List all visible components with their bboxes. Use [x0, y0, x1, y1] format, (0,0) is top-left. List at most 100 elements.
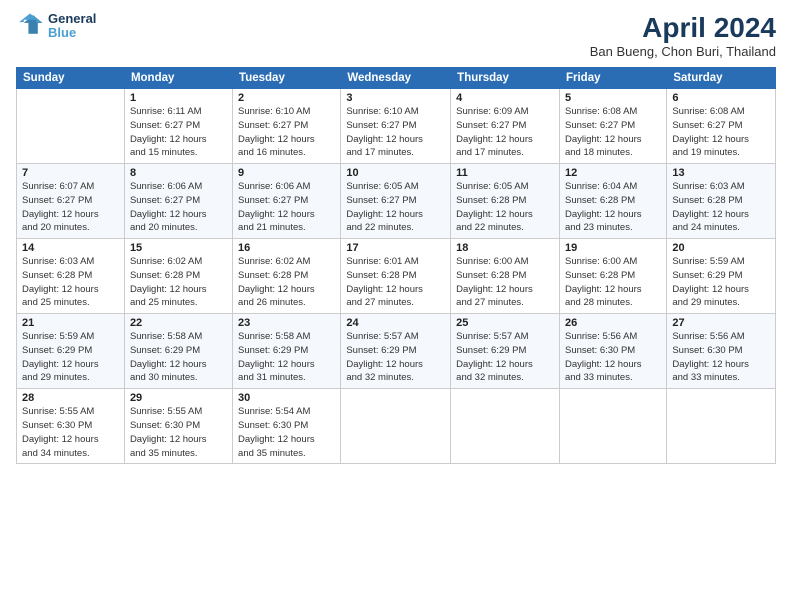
table-row: 10Sunrise: 6:05 AM Sunset: 6:27 PM Dayli…	[341, 164, 451, 239]
col-thursday: Thursday	[451, 68, 560, 89]
day-number: 30	[238, 392, 335, 404]
day-info: Sunrise: 6:07 AM Sunset: 6:27 PM Dayligh…	[22, 180, 119, 235]
day-number: 6	[672, 92, 770, 104]
logo-icon	[16, 12, 44, 40]
day-number: 18	[456, 242, 554, 254]
col-monday: Monday	[124, 68, 232, 89]
day-number: 21	[22, 317, 119, 329]
table-row: 17Sunrise: 6:01 AM Sunset: 6:28 PM Dayli…	[341, 239, 451, 314]
table-row: 18Sunrise: 6:00 AM Sunset: 6:28 PM Dayli…	[451, 239, 560, 314]
day-number: 2	[238, 92, 335, 104]
header: General Blue April 2024 Ban Bueng, Chon …	[16, 12, 776, 59]
calendar-week-row: 28Sunrise: 5:55 AM Sunset: 6:30 PM Dayli…	[17, 389, 776, 464]
day-info: Sunrise: 6:03 AM Sunset: 6:28 PM Dayligh…	[672, 180, 770, 235]
day-number: 25	[456, 317, 554, 329]
calendar-header-row: Sunday Monday Tuesday Wednesday Thursday…	[17, 68, 776, 89]
day-info: Sunrise: 6:02 AM Sunset: 6:28 PM Dayligh…	[238, 255, 335, 310]
table-row	[17, 89, 125, 164]
day-info: Sunrise: 5:59 AM Sunset: 6:29 PM Dayligh…	[22, 330, 119, 385]
day-info: Sunrise: 6:03 AM Sunset: 6:28 PM Dayligh…	[22, 255, 119, 310]
table-row: 20Sunrise: 5:59 AM Sunset: 6:29 PM Dayli…	[667, 239, 776, 314]
day-number: 27	[672, 317, 770, 329]
calendar-week-row: 14Sunrise: 6:03 AM Sunset: 6:28 PM Dayli…	[17, 239, 776, 314]
table-row: 6Sunrise: 6:08 AM Sunset: 6:27 PM Daylig…	[667, 89, 776, 164]
table-row	[451, 389, 560, 464]
day-number: 26	[565, 317, 661, 329]
day-info: Sunrise: 6:10 AM Sunset: 6:27 PM Dayligh…	[346, 105, 445, 160]
table-row: 25Sunrise: 5:57 AM Sunset: 6:29 PM Dayli…	[451, 314, 560, 389]
day-number: 3	[346, 92, 445, 104]
day-number: 7	[22, 167, 119, 179]
calendar-week-row: 21Sunrise: 5:59 AM Sunset: 6:29 PM Dayli…	[17, 314, 776, 389]
table-row: 2Sunrise: 6:10 AM Sunset: 6:27 PM Daylig…	[233, 89, 341, 164]
subtitle: Ban Bueng, Chon Buri, Thailand	[590, 44, 776, 59]
day-info: Sunrise: 5:56 AM Sunset: 6:30 PM Dayligh…	[565, 330, 661, 385]
table-row: 8Sunrise: 6:06 AM Sunset: 6:27 PM Daylig…	[124, 164, 232, 239]
day-number: 9	[238, 167, 335, 179]
day-number: 10	[346, 167, 445, 179]
col-saturday: Saturday	[667, 68, 776, 89]
day-number: 16	[238, 242, 335, 254]
table-row: 13Sunrise: 6:03 AM Sunset: 6:28 PM Dayli…	[667, 164, 776, 239]
day-number: 11	[456, 167, 554, 179]
col-sunday: Sunday	[17, 68, 125, 89]
day-info: Sunrise: 6:08 AM Sunset: 6:27 PM Dayligh…	[672, 105, 770, 160]
day-info: Sunrise: 5:55 AM Sunset: 6:30 PM Dayligh…	[22, 405, 119, 460]
day-number: 12	[565, 167, 661, 179]
table-row: 3Sunrise: 6:10 AM Sunset: 6:27 PM Daylig…	[341, 89, 451, 164]
table-row: 29Sunrise: 5:55 AM Sunset: 6:30 PM Dayli…	[124, 389, 232, 464]
day-number: 29	[130, 392, 227, 404]
day-number: 5	[565, 92, 661, 104]
calendar-week-row: 1Sunrise: 6:11 AM Sunset: 6:27 PM Daylig…	[17, 89, 776, 164]
table-row: 27Sunrise: 5:56 AM Sunset: 6:30 PM Dayli…	[667, 314, 776, 389]
day-info: Sunrise: 5:57 AM Sunset: 6:29 PM Dayligh…	[456, 330, 554, 385]
table-row: 15Sunrise: 6:02 AM Sunset: 6:28 PM Dayli…	[124, 239, 232, 314]
day-number: 20	[672, 242, 770, 254]
table-row: 5Sunrise: 6:08 AM Sunset: 6:27 PM Daylig…	[559, 89, 666, 164]
day-number: 19	[565, 242, 661, 254]
table-row: 24Sunrise: 5:57 AM Sunset: 6:29 PM Dayli…	[341, 314, 451, 389]
day-info: Sunrise: 5:59 AM Sunset: 6:29 PM Dayligh…	[672, 255, 770, 310]
calendar-week-row: 7Sunrise: 6:07 AM Sunset: 6:27 PM Daylig…	[17, 164, 776, 239]
table-row: 11Sunrise: 6:05 AM Sunset: 6:28 PM Dayli…	[451, 164, 560, 239]
table-row: 16Sunrise: 6:02 AM Sunset: 6:28 PM Dayli…	[233, 239, 341, 314]
table-row	[667, 389, 776, 464]
table-row: 22Sunrise: 5:58 AM Sunset: 6:29 PM Dayli…	[124, 314, 232, 389]
table-row	[341, 389, 451, 464]
day-info: Sunrise: 6:00 AM Sunset: 6:28 PM Dayligh…	[565, 255, 661, 310]
table-row: 14Sunrise: 6:03 AM Sunset: 6:28 PM Dayli…	[17, 239, 125, 314]
day-number: 23	[238, 317, 335, 329]
table-row: 30Sunrise: 5:54 AM Sunset: 6:30 PM Dayli…	[233, 389, 341, 464]
logo: General Blue	[16, 12, 96, 41]
col-wednesday: Wednesday	[341, 68, 451, 89]
table-row: 7Sunrise: 6:07 AM Sunset: 6:27 PM Daylig…	[17, 164, 125, 239]
title-block: April 2024 Ban Bueng, Chon Buri, Thailan…	[590, 12, 776, 59]
day-info: Sunrise: 6:05 AM Sunset: 6:27 PM Dayligh…	[346, 180, 445, 235]
day-info: Sunrise: 6:02 AM Sunset: 6:28 PM Dayligh…	[130, 255, 227, 310]
table-row: 12Sunrise: 6:04 AM Sunset: 6:28 PM Dayli…	[559, 164, 666, 239]
table-row: 4Sunrise: 6:09 AM Sunset: 6:27 PM Daylig…	[451, 89, 560, 164]
col-tuesday: Tuesday	[233, 68, 341, 89]
day-number: 14	[22, 242, 119, 254]
day-info: Sunrise: 5:58 AM Sunset: 6:29 PM Dayligh…	[130, 330, 227, 385]
day-info: Sunrise: 5:54 AM Sunset: 6:30 PM Dayligh…	[238, 405, 335, 460]
day-number: 1	[130, 92, 227, 104]
table-row: 9Sunrise: 6:06 AM Sunset: 6:27 PM Daylig…	[233, 164, 341, 239]
day-info: Sunrise: 5:58 AM Sunset: 6:29 PM Dayligh…	[238, 330, 335, 385]
day-info: Sunrise: 6:06 AM Sunset: 6:27 PM Dayligh…	[130, 180, 227, 235]
day-info: Sunrise: 5:55 AM Sunset: 6:30 PM Dayligh…	[130, 405, 227, 460]
day-info: Sunrise: 6:04 AM Sunset: 6:28 PM Dayligh…	[565, 180, 661, 235]
table-row: 19Sunrise: 6:00 AM Sunset: 6:28 PM Dayli…	[559, 239, 666, 314]
day-info: Sunrise: 5:56 AM Sunset: 6:30 PM Dayligh…	[672, 330, 770, 385]
table-row: 23Sunrise: 5:58 AM Sunset: 6:29 PM Dayli…	[233, 314, 341, 389]
page: General Blue April 2024 Ban Bueng, Chon …	[0, 0, 792, 612]
table-row	[559, 389, 666, 464]
day-number: 15	[130, 242, 227, 254]
day-number: 28	[22, 392, 119, 404]
table-row: 28Sunrise: 5:55 AM Sunset: 6:30 PM Dayli…	[17, 389, 125, 464]
table-row: 1Sunrise: 6:11 AM Sunset: 6:27 PM Daylig…	[124, 89, 232, 164]
table-row: 26Sunrise: 5:56 AM Sunset: 6:30 PM Dayli…	[559, 314, 666, 389]
day-info: Sunrise: 6:05 AM Sunset: 6:28 PM Dayligh…	[456, 180, 554, 235]
day-number: 13	[672, 167, 770, 179]
day-info: Sunrise: 6:01 AM Sunset: 6:28 PM Dayligh…	[346, 255, 445, 310]
